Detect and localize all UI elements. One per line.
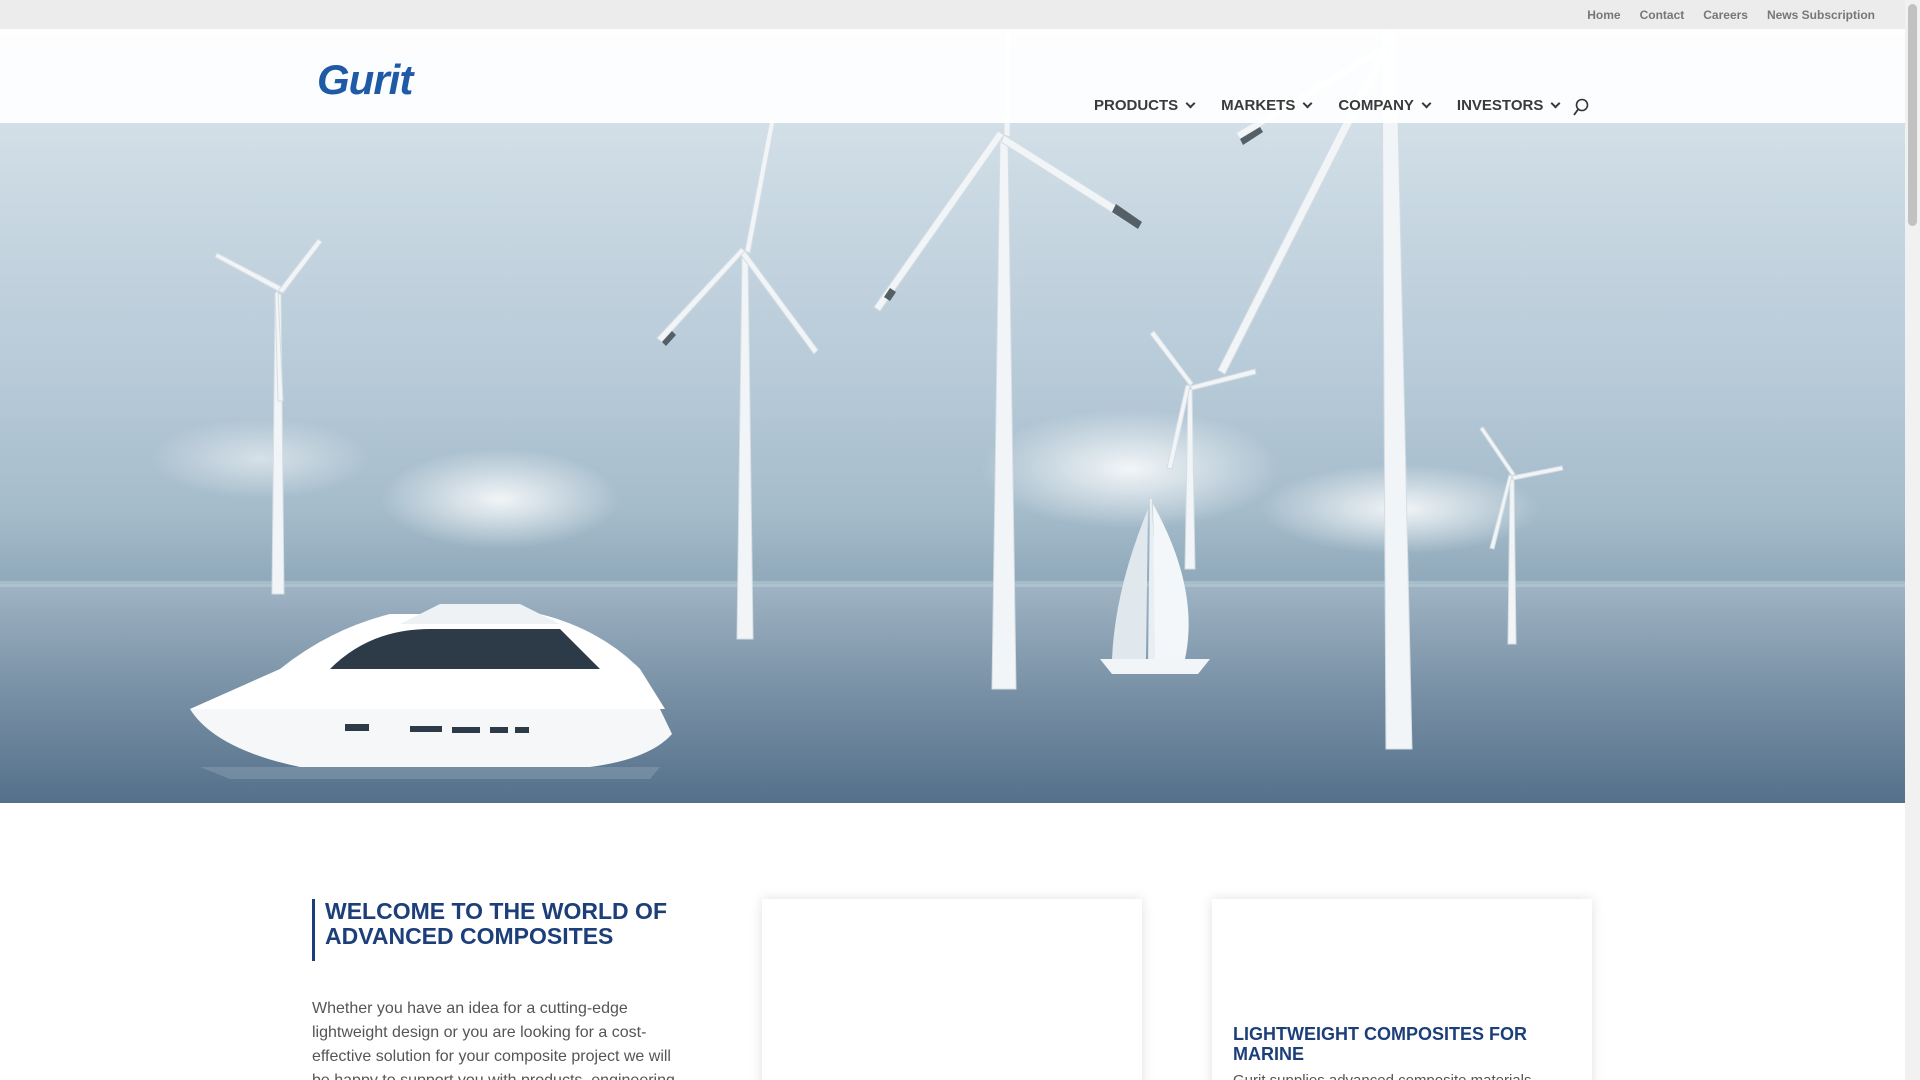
nav-products[interactable]: PRODUCTS [1094,97,1196,114]
hero-illustration [0,29,1905,803]
hero-banner [0,29,1905,803]
nav-investors[interactable]: INVESTORS [1456,97,1561,114]
site-header: Gurit PRODUCTS MARKETS COMPANY INVESTORS [0,29,1905,123]
chevron-down-icon [1185,98,1196,109]
nav-markets[interactable]: MARKETS [1221,97,1313,114]
gurit-logo[interactable]: Gurit [317,56,413,104]
card-text: Gurit supplies advanced composite materi… [1233,1072,1531,1080]
top-utility-bar: Home Contact Careers News Subscription [0,0,1905,29]
card-title: LIGHTWEIGHT COMPOSITES FOR MARINE [1233,1024,1527,1064]
nav-investors-label: INVESTORS [1456,97,1544,114]
utility-links: Home Contact Careers News Subscription [1587,8,1875,22]
nav-markets-label: MARKETS [1221,97,1296,114]
utility-link-home[interactable]: Home [1587,8,1620,22]
scrollbar-thumb[interactable] [1908,4,1917,226]
welcome-text: Whether you have an idea for a cutting-e… [312,1000,675,1080]
welcome-title: WELCOME TO THE WORLD OF ADVANCED COMPOSI… [312,899,682,961]
nav-company[interactable]: COMPANY [1338,97,1432,114]
nav-products-label: PRODUCTS [1094,97,1179,114]
nav-company-label: COMPANY [1338,97,1414,114]
search-icon[interactable] [1573,98,1589,116]
utility-link-careers[interactable]: Careers [1703,8,1748,22]
chevron-down-icon [1421,98,1432,109]
main-nav: PRODUCTS MARKETS COMPANY INVESTORS [1094,97,1561,114]
market-card-marine[interactable]: LIGHTWEIGHT COMPOSITES FOR MARINE Gurit … [1212,899,1592,1080]
utility-link-contact[interactable]: Contact [1640,8,1685,22]
logo-text: Gurit [317,56,413,103]
scrollbar[interactable] [1905,0,1920,1080]
market-card[interactable] [762,899,1142,1080]
chevron-down-icon [1302,98,1313,109]
chevron-down-icon [1550,98,1561,109]
utility-link-news-subscription[interactable]: News Subscription [1767,8,1875,22]
welcome-section: WELCOME TO THE WORLD OF ADVANCED COMPOSI… [312,899,682,1080]
